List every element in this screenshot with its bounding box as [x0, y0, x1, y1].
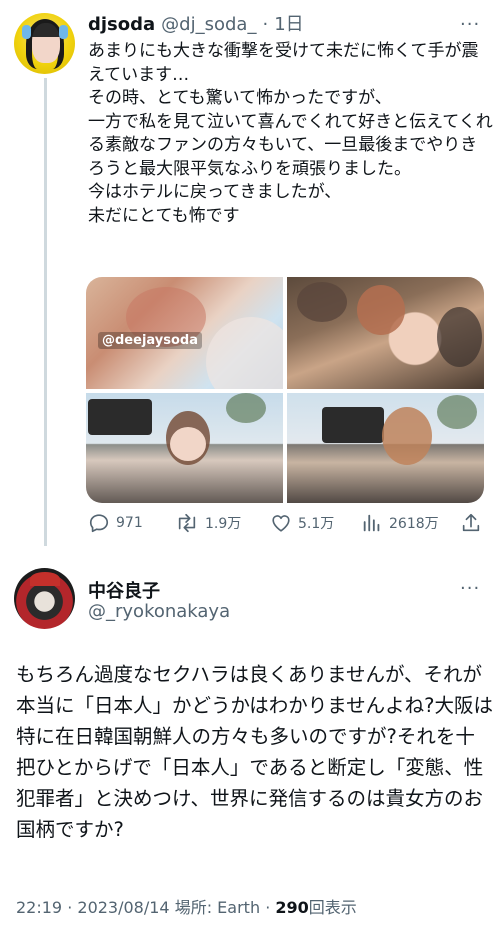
display-name[interactable]: 中谷良子 — [88, 577, 160, 603]
media-watermark: @deejaysoda — [98, 332, 202, 349]
tweet-text: あまりにも大きな衝撃を受けて未だに怖くて手が震えています… その時、とても驚いて… — [88, 41, 493, 226]
avatar[interactable] — [14, 568, 75, 629]
retweet-count: 1.9万 — [205, 516, 242, 532]
media-photo-3[interactable] — [86, 393, 283, 503]
tweet-text: もちろん過度なセクハラは良くありませんが、それが本当に「日本人」かどうかはわかり… — [16, 663, 493, 841]
more-options-icon[interactable]: ··· — [460, 578, 480, 599]
thread-connector-line — [44, 78, 47, 546]
tweet-header: djsoda @dj_soda_ · 1日 — [88, 10, 304, 36]
views-icon — [363, 514, 380, 532]
views-count: 290 — [275, 898, 309, 917]
like-button[interactable]: 5.1万 — [270, 512, 334, 534]
like-count: 5.1万 — [298, 516, 335, 532]
display-name[interactable]: djsoda — [88, 14, 155, 35]
tweet-date[interactable]: 2023/08/14 — [77, 898, 169, 917]
handle[interactable]: @dj_soda_ — [161, 14, 256, 35]
action-bar: 971 1.9万 5.1万 2618万 — [86, 512, 486, 536]
avatar[interactable] — [14, 13, 75, 74]
views-button[interactable]: 2618万 — [361, 512, 439, 534]
separator-dot: · — [67, 898, 73, 917]
media-photo-4[interactable] — [287, 393, 484, 503]
reply-count: 971 — [116, 515, 143, 531]
retweet-button[interactable]: 1.9万 — [175, 512, 241, 534]
media-photo-2[interactable] — [287, 277, 484, 389]
views-count: 2618万 — [389, 516, 439, 532]
share-icon — [462, 513, 480, 532]
tweet-time[interactable]: 22:19 — [16, 898, 62, 917]
separator-dot: · — [265, 898, 271, 917]
timestamp[interactable]: 1日 — [274, 10, 303, 36]
handle[interactable]: @_ryokonakaya — [88, 601, 230, 622]
location[interactable]: 場所: Earth — [175, 898, 260, 917]
share-button[interactable] — [460, 512, 482, 534]
like-icon — [272, 515, 290, 532]
separator-dot: · — [262, 14, 269, 35]
more-options-icon[interactable]: ··· — [460, 14, 480, 35]
views-label: 回表示 — [308, 898, 357, 917]
media-grid[interactable]: @deejaysoda — [86, 277, 484, 503]
media-photo-1[interactable]: @deejaysoda — [86, 277, 283, 389]
reply-button[interactable]: 971 — [88, 512, 143, 534]
reply-icon — [89, 514, 109, 533]
tweet-meta: 22:19 · 2023/08/14 場所: Earth · 290回表示 — [16, 894, 357, 918]
retweet-icon — [178, 513, 196, 533]
